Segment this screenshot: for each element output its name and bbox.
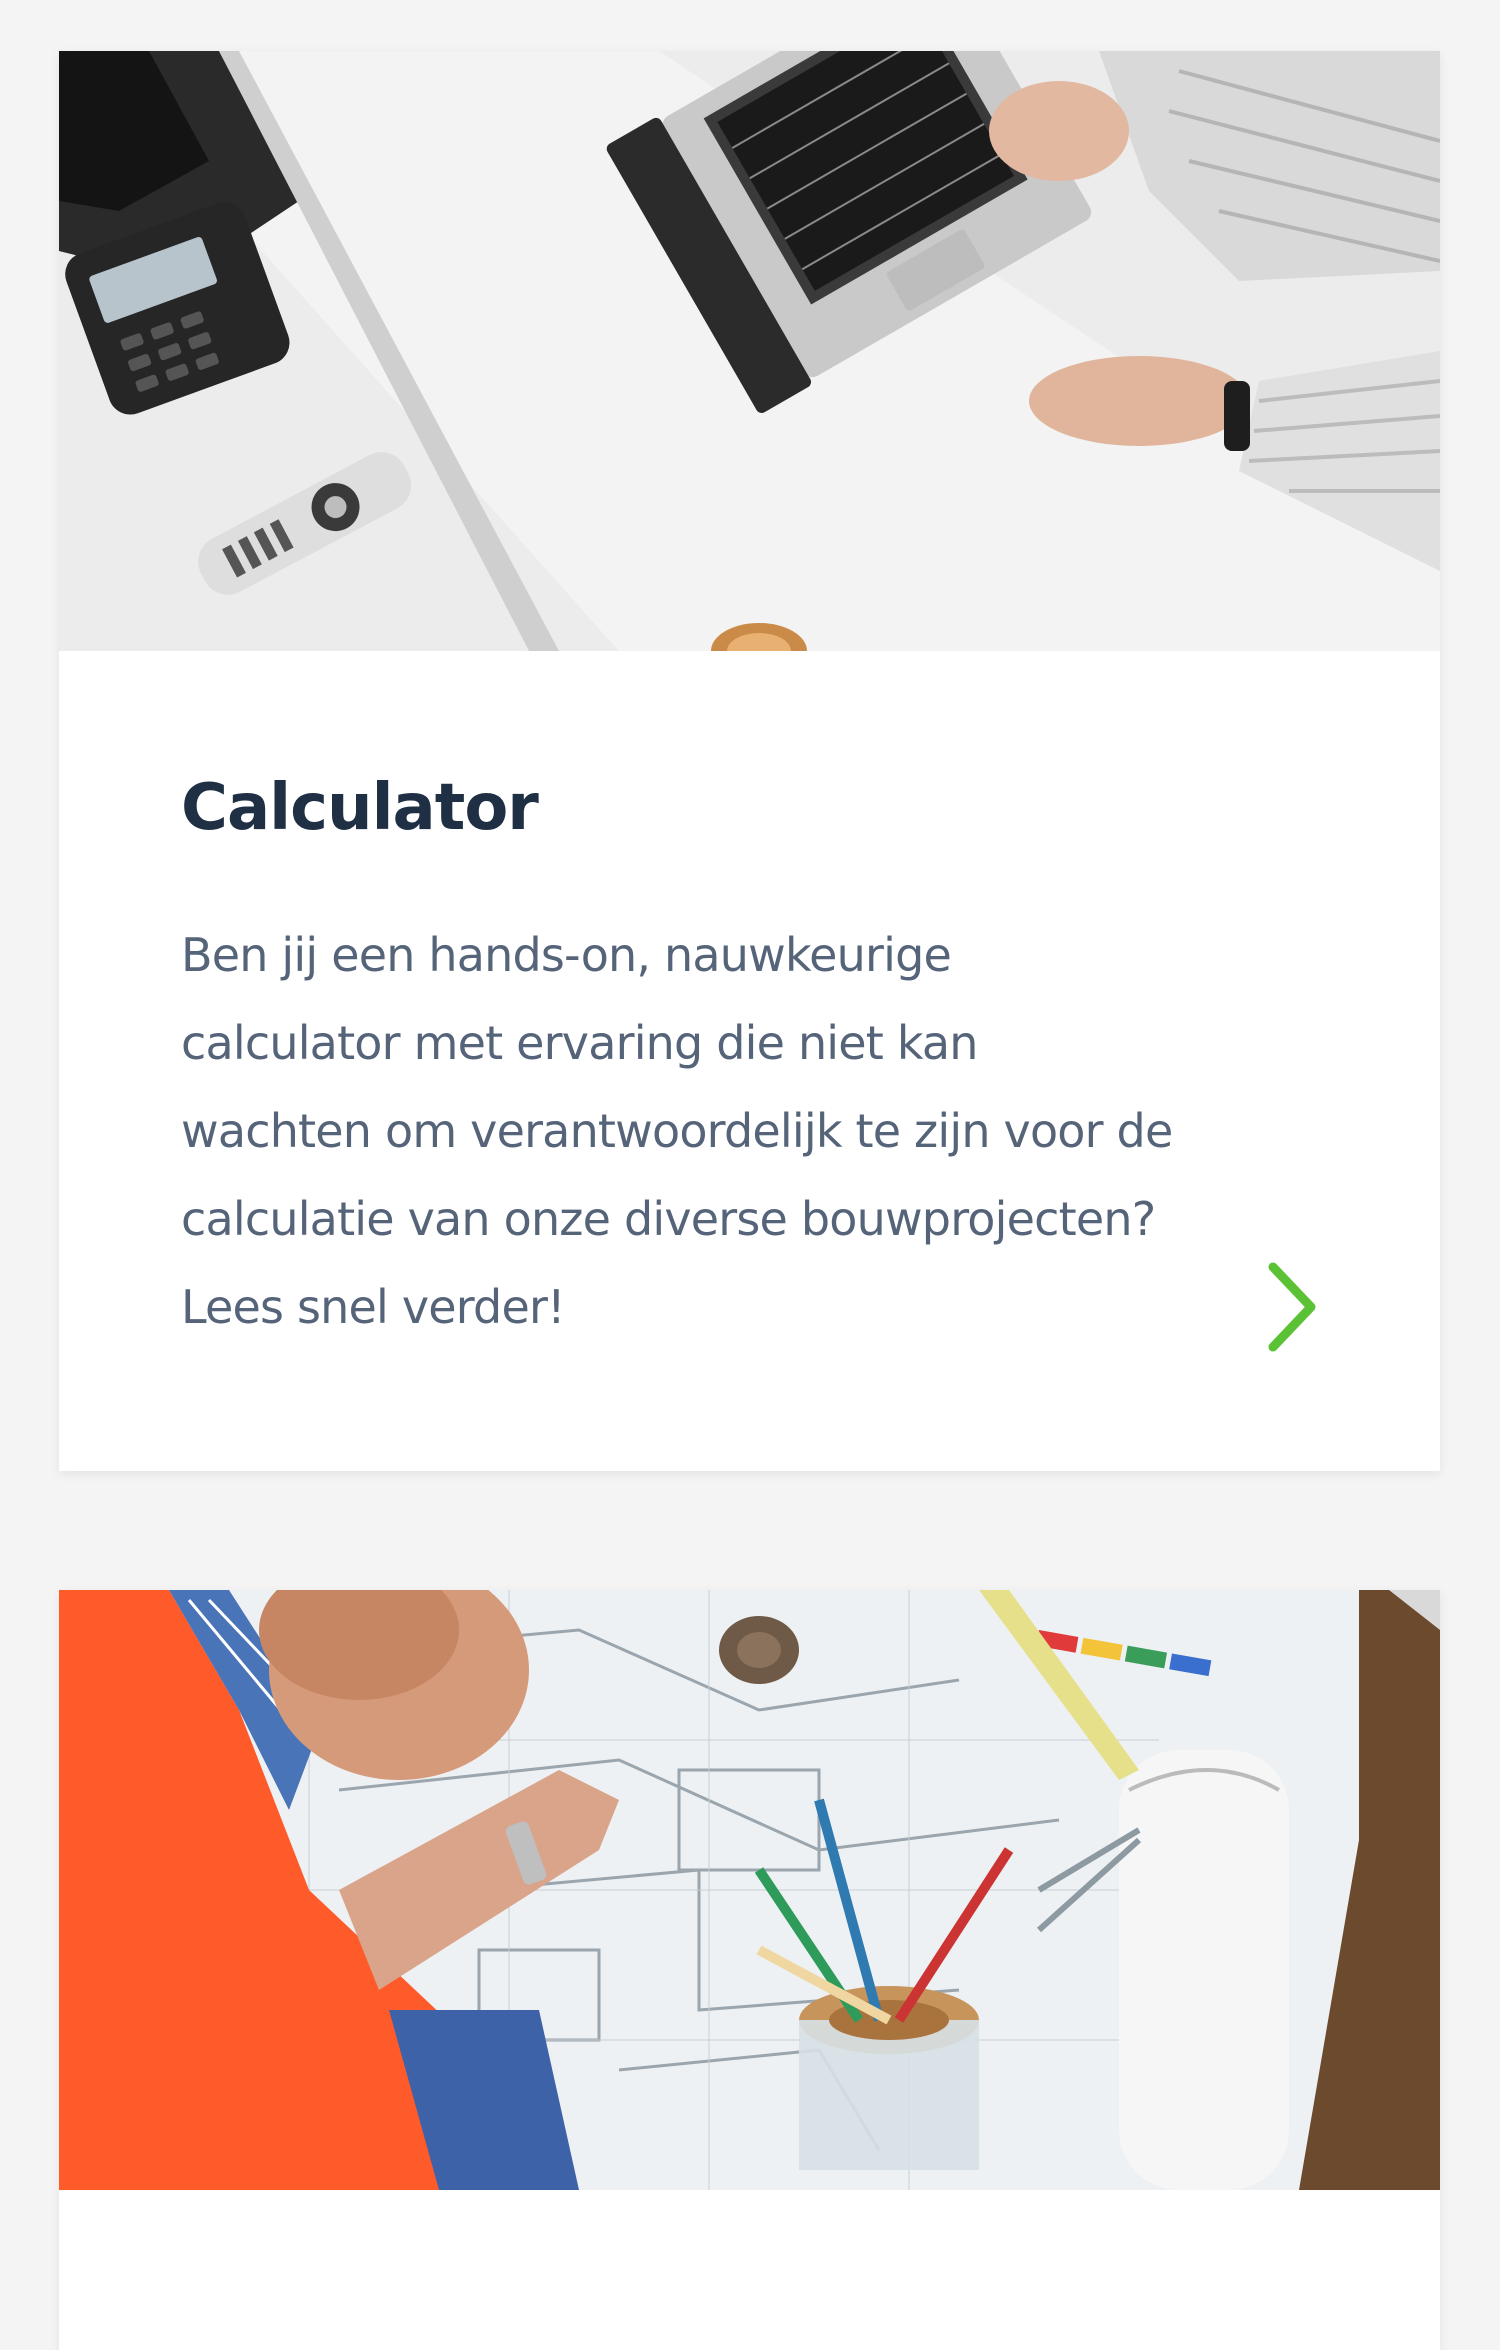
blueprint-construction-photo (59, 1590, 1440, 2190)
card-description: Ben jij een hands-on, nauwkeurige calcul… (181, 928, 1173, 1334)
laptop-desk-photo (59, 51, 1440, 651)
vacancy-image-laptop-desk[interactable] (59, 51, 1440, 651)
card-body: Calculator Ben jij een hands-on, nauwkeu… (59, 651, 1440, 1471)
chevron-right-icon[interactable] (1263, 1259, 1323, 1355)
card-title[interactable]: Calculator (181, 771, 539, 845)
vacancy-image-blueprint[interactable] (59, 1590, 1440, 2190)
vacancy-card-calculator[interactable]: Calculator Ben jij een hands-on, nauwkeu… (59, 51, 1440, 1471)
vacancy-list: Calculator Ben jij een hands-on, nauwkeu… (0, 0, 1500, 2350)
vacancy-card-2[interactable] (59, 1590, 1440, 2350)
